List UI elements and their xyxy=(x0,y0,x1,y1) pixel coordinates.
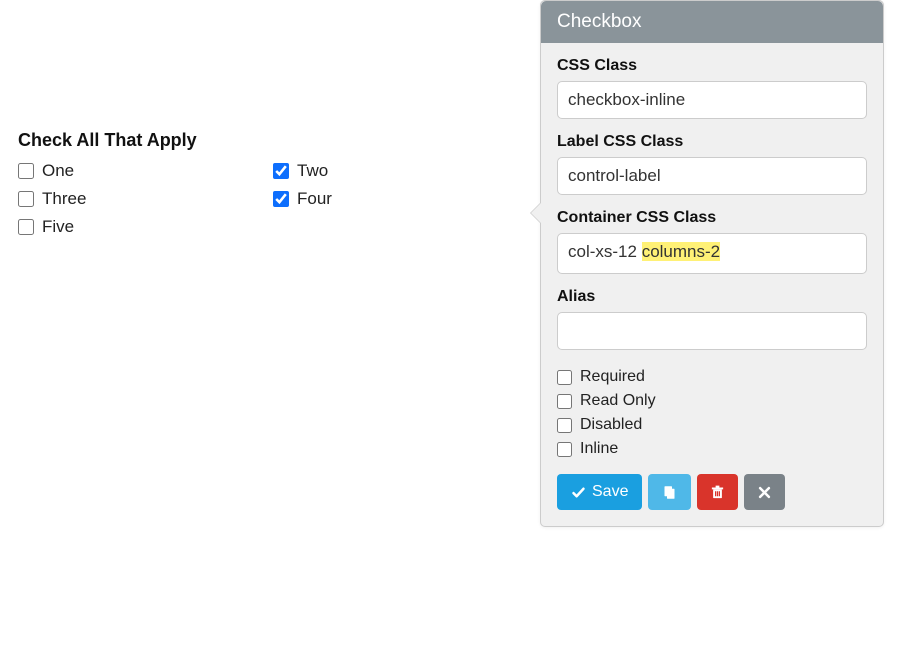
label-css-class-input[interactable] xyxy=(557,157,867,195)
flags-group: Required Read Only Disabled Inline xyxy=(557,368,867,458)
checkbox-label: Two xyxy=(297,161,328,181)
container-css-class-input[interactable]: col-xs-12 columns-2 xyxy=(557,233,867,274)
panel-body: CSS Class Label CSS Class Container CSS … xyxy=(541,43,883,526)
checkbox-option[interactable]: Two xyxy=(273,161,528,181)
checkbox-column-2: Two Four xyxy=(273,161,528,237)
alias-input[interactable] xyxy=(557,312,867,350)
container-css-value-plain: col-xs-12 xyxy=(568,242,642,261)
close-button[interactable] xyxy=(744,474,785,510)
flag-read-only-checkbox[interactable] xyxy=(557,394,572,409)
css-class-input[interactable] xyxy=(557,81,867,119)
flag-required-checkbox[interactable] xyxy=(557,370,572,385)
flag-label: Required xyxy=(580,368,645,386)
button-row: Save xyxy=(557,474,867,510)
checkbox-input-two[interactable] xyxy=(273,163,289,179)
label-css-class-label: Label CSS Class xyxy=(557,133,867,151)
flag-inline-checkbox[interactable] xyxy=(557,442,572,457)
alias-label: Alias xyxy=(557,288,867,306)
checkbox-label: Five xyxy=(42,217,74,237)
copy-icon xyxy=(662,485,677,500)
checkbox-label: One xyxy=(42,161,74,181)
checkbox-label: Four xyxy=(297,189,332,209)
panel-pointer xyxy=(531,203,541,223)
copy-button[interactable] xyxy=(648,474,691,510)
panel-title: Checkbox xyxy=(541,1,883,43)
css-class-label: CSS Class xyxy=(557,57,867,75)
checkbox-input-three[interactable] xyxy=(18,191,34,207)
flag-label: Disabled xyxy=(580,416,642,434)
flag-label: Inline xyxy=(580,440,618,458)
checkbox-input-four[interactable] xyxy=(273,191,289,207)
flag-label: Read Only xyxy=(580,392,656,410)
flag-required[interactable]: Required xyxy=(557,368,867,386)
container-css-value-highlight: columns-2 xyxy=(642,242,720,261)
delete-button[interactable] xyxy=(697,474,738,510)
save-button-label: Save xyxy=(592,483,628,501)
check-icon xyxy=(571,485,586,500)
checkbox-group-preview: Check All That Apply One Three Five Two xyxy=(18,130,528,237)
flag-inline[interactable]: Inline xyxy=(557,440,867,458)
checkbox-option[interactable]: One xyxy=(18,161,273,181)
flag-disabled-checkbox[interactable] xyxy=(557,418,572,433)
flag-disabled[interactable]: Disabled xyxy=(557,416,867,434)
group-title: Check All That Apply xyxy=(18,130,528,151)
trash-icon xyxy=(710,485,725,500)
checkbox-label: Three xyxy=(42,189,86,209)
container-css-class-label: Container CSS Class xyxy=(557,209,867,227)
checkbox-column-1: One Three Five xyxy=(18,161,273,237)
checkbox-option[interactable]: Five xyxy=(18,217,273,237)
checkbox-input-five[interactable] xyxy=(18,219,34,235)
properties-panel: Checkbox CSS Class Label CSS Class Conta… xyxy=(540,0,884,527)
checkbox-columns: One Three Five Two Four xyxy=(18,161,528,237)
checkbox-input-one[interactable] xyxy=(18,163,34,179)
close-icon xyxy=(757,485,772,500)
save-button[interactable]: Save xyxy=(557,474,642,510)
checkbox-option[interactable]: Four xyxy=(273,189,528,209)
checkbox-option[interactable]: Three xyxy=(18,189,273,209)
flag-read-only[interactable]: Read Only xyxy=(557,392,867,410)
